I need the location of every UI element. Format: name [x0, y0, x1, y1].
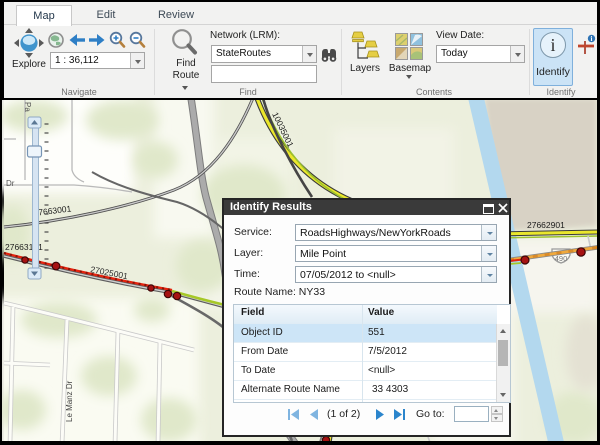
svg-text:i: i	[591, 35, 593, 43]
svg-text:Dr: Dr	[6, 179, 15, 188]
svg-text:Le Manz Dr: Le Manz Dr	[65, 380, 74, 422]
svg-text:27662901: 27662901	[527, 220, 565, 230]
svg-text:Pa: Pa	[23, 102, 32, 112]
